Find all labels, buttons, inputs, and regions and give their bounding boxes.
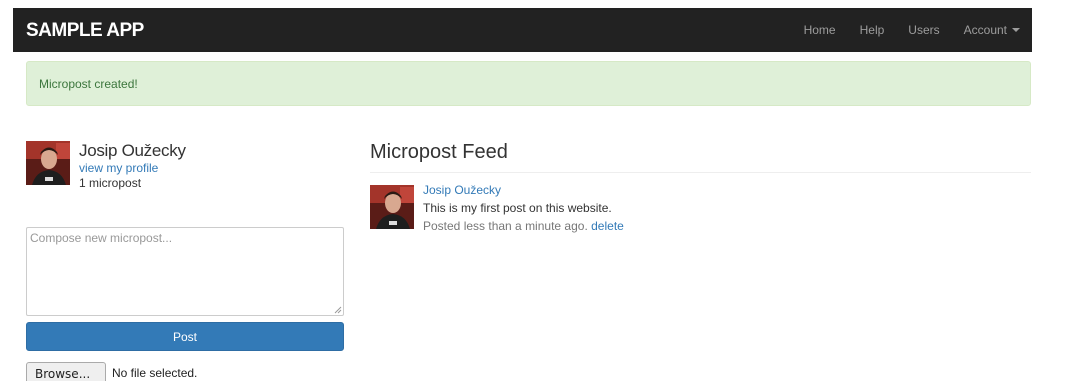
browse-file-button[interactable]: Browse... xyxy=(26,362,106,381)
feed-user-link[interactable]: Josip Oužecky xyxy=(423,183,501,197)
post-button[interactable]: Post xyxy=(26,322,344,351)
success-alert: Micropost created! xyxy=(26,61,1031,106)
nav-help-link[interactable]: Help xyxy=(848,8,897,52)
nav-users-link[interactable]: Users xyxy=(896,8,951,52)
micropost-meta: Posted less than a minute ago. delete xyxy=(423,219,624,233)
caret-down-icon xyxy=(1012,28,1020,32)
nav-links: Home Help Users Account xyxy=(792,8,1032,52)
feed-avatar[interactable] xyxy=(370,185,414,229)
feed-title: Micropost Feed xyxy=(370,141,508,163)
brand-logo[interactable]: SAMPLE APP xyxy=(26,20,144,42)
user-name: Josip Oužecky xyxy=(79,141,186,160)
resize-handle-icon[interactable] xyxy=(334,306,342,314)
feed-divider xyxy=(370,172,1031,173)
micropost-count: 1 micropost xyxy=(79,176,142,190)
nav-account-dropdown[interactable]: Account xyxy=(952,8,1032,52)
nav-home-link[interactable]: Home xyxy=(792,8,848,52)
avatar[interactable] xyxy=(26,141,70,185)
avatar-image xyxy=(26,141,70,185)
avatar-image xyxy=(370,185,414,229)
delete-link[interactable]: delete xyxy=(591,219,624,233)
nav-account-label: Account xyxy=(963,23,1007,37)
view-profile-link[interactable]: view my profile xyxy=(79,161,158,175)
micropost-content: This is my first post on this website. xyxy=(423,201,612,215)
compose-micropost-input[interactable] xyxy=(26,227,344,316)
navbar: SAMPLE APP Home Help Users Account xyxy=(13,8,1032,52)
file-status: No file selected. xyxy=(112,366,198,380)
micropost-timestamp: Posted less than a minute ago. xyxy=(423,219,588,233)
